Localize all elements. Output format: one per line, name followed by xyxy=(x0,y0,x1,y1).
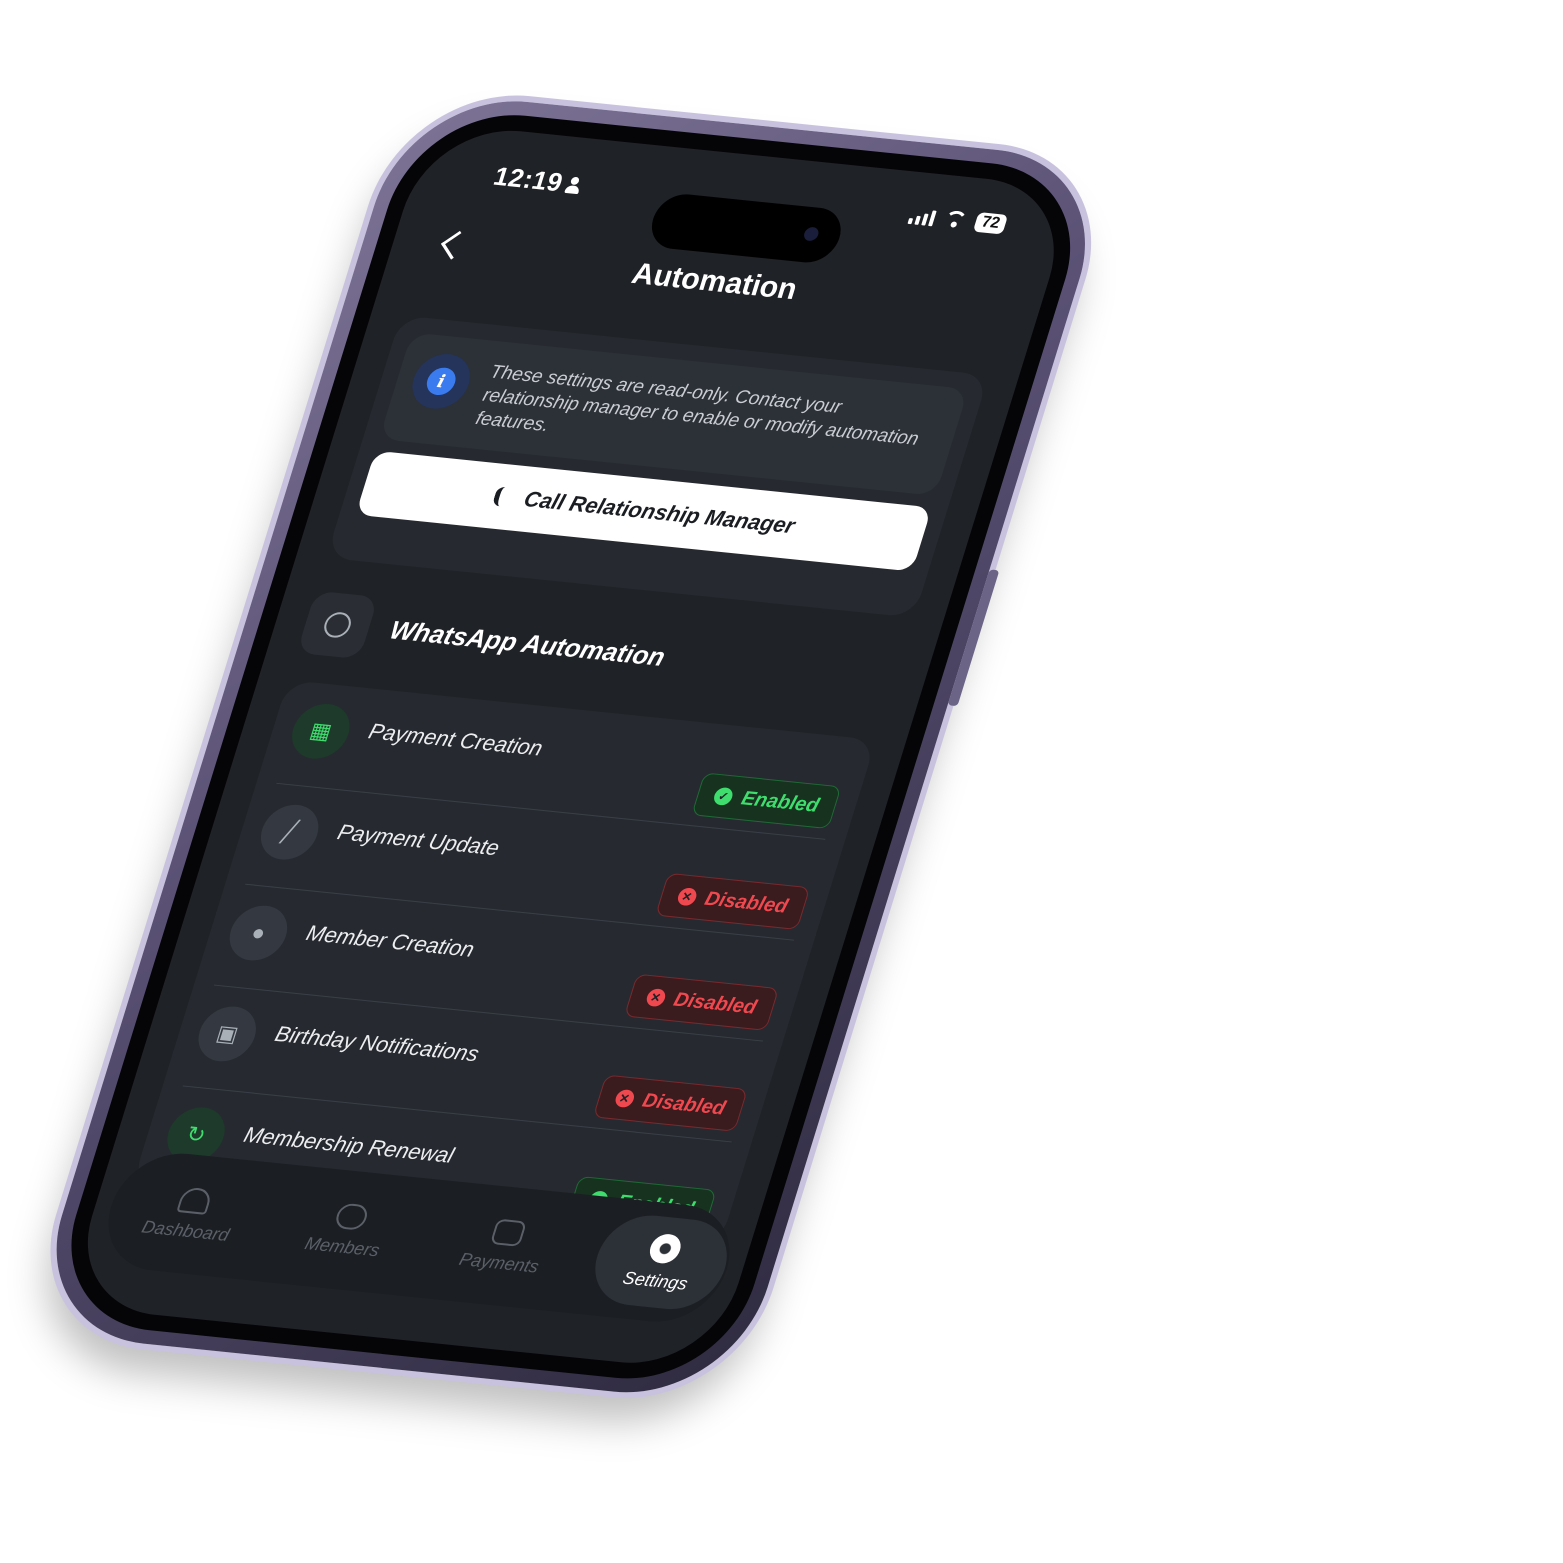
tab-label: Payments xyxy=(457,1248,542,1277)
phone-mockup: 12:19 72 Automation i These settings are… xyxy=(26,90,1116,1404)
close-icon: ✕ xyxy=(675,887,699,907)
automation-label: Membership Renewal xyxy=(240,1122,457,1168)
tab-label: Dashboard xyxy=(139,1216,232,1245)
status-badge: ✕ Disabled xyxy=(592,1074,748,1132)
status-indicators: 72 xyxy=(907,205,1009,235)
signal-icon xyxy=(907,206,938,227)
users-icon xyxy=(333,1202,371,1231)
status-badge: ✕ Disabled xyxy=(623,973,780,1031)
tab-dashboard[interactable]: Dashboard xyxy=(113,1163,268,1265)
camera-icon xyxy=(802,226,821,242)
notice-text: These settings are read-only. Contact yo… xyxy=(473,361,922,450)
info-card: i These settings are read-only. Contact … xyxy=(326,315,989,618)
pencil-icon: ╱ xyxy=(253,802,326,863)
tab-label: Members xyxy=(302,1232,383,1260)
tab-payments[interactable]: Payments xyxy=(427,1195,582,1297)
mockup-stage: 12:19 72 Automation i These settings are… xyxy=(0,0,1563,1563)
status-text: Disabled xyxy=(671,988,760,1019)
time-text: 12:19 xyxy=(490,161,567,198)
status-text: Disabled xyxy=(639,1089,729,1119)
speedometer-icon xyxy=(176,1186,214,1215)
status-badge: ✓ Enabled xyxy=(691,772,842,830)
automation-label: Birthday Notifications xyxy=(272,1021,483,1067)
person-icon xyxy=(563,176,584,195)
whatsapp-icon xyxy=(296,590,379,660)
wifi-icon xyxy=(942,210,969,230)
money-icon: ▦ xyxy=(285,701,357,762)
automation-label: Payment Update xyxy=(334,819,503,861)
status-badge: ✕ Disabled xyxy=(654,872,811,930)
tab-members[interactable]: Members xyxy=(270,1179,425,1281)
info-icon: i xyxy=(405,351,478,412)
automation-label: Member Creation xyxy=(303,920,478,962)
add-user-icon: ● xyxy=(222,903,295,964)
battery-indicator: 72 xyxy=(972,212,1009,235)
wallet-icon xyxy=(490,1218,528,1247)
gear-icon xyxy=(646,1232,685,1265)
call-button-label: Call Relationship Manager xyxy=(520,486,799,539)
status-text: Disabled xyxy=(702,887,791,918)
close-icon: ✕ xyxy=(644,987,668,1008)
gift-icon: ▣ xyxy=(191,1003,264,1064)
section-title: WhatsApp Automation xyxy=(386,614,669,672)
automation-label: Payment Creation xyxy=(365,718,546,761)
status-time: 12:19 xyxy=(490,161,587,200)
tab-settings[interactable]: Settings xyxy=(583,1211,739,1314)
close-icon: ✕ xyxy=(612,1088,636,1109)
check-icon: ✓ xyxy=(711,786,735,807)
tab-label: Settings xyxy=(620,1267,691,1294)
phone-icon xyxy=(490,486,514,507)
status-text: Enabled xyxy=(738,787,822,817)
